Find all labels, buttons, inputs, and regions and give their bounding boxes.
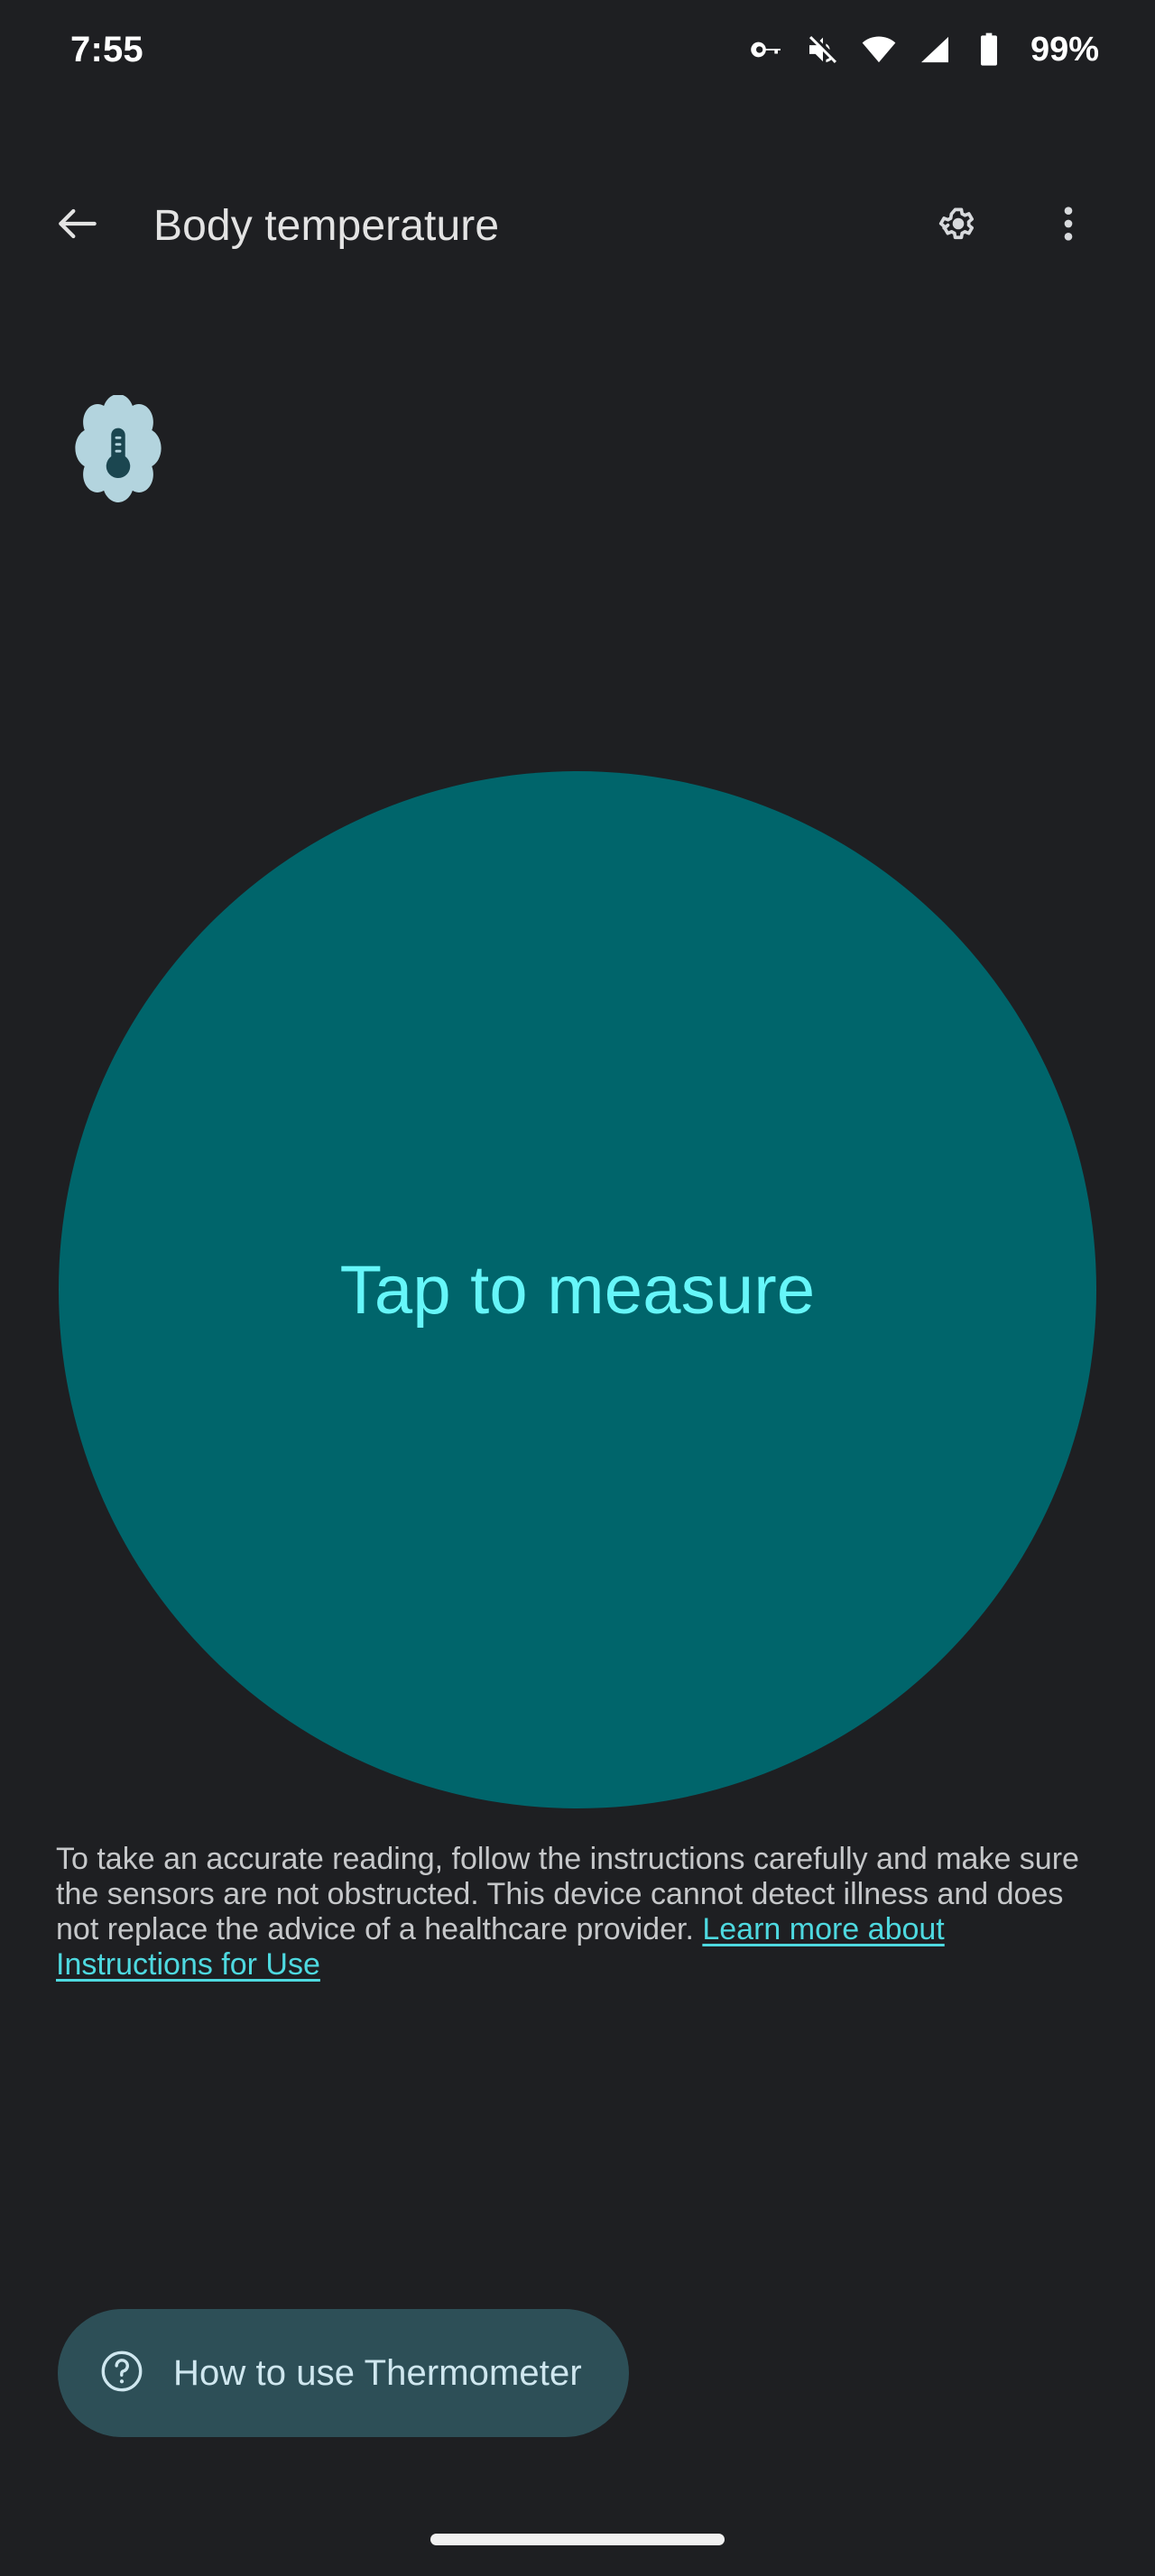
how-to-use-thermometer-button[interactable]: How to use Thermometer (58, 2309, 629, 2437)
gesture-navigation-bar[interactable] (430, 2534, 725, 2545)
app-bar: Body temperature (0, 162, 1155, 289)
disclaimer-text: To take an accurate reading, follow the … (56, 1842, 1103, 1983)
wifi-icon (861, 32, 897, 68)
status-bar-icons: 99% (749, 31, 1099, 69)
tap-to-measure-button[interactable]: Tap to measure (59, 771, 1096, 1808)
volume-muted-icon (805, 32, 841, 68)
thermometer-badge (56, 395, 180, 520)
gear-icon (935, 200, 982, 252)
thermometer-screen: 7:55 99% Body temperature Tap to measure… (0, 0, 1155, 2576)
battery-percent-label: 99% (1030, 30, 1099, 69)
app-bar-actions (919, 186, 1108, 265)
thermometer-badge-icon (56, 395, 180, 520)
settings-button[interactable] (919, 186, 998, 265)
tap-to-measure-label: Tap to measure (339, 1251, 816, 1329)
status-bar-clock: 7:55 (70, 29, 143, 69)
more-options-button[interactable] (1029, 186, 1108, 265)
back-arrow-icon (52, 198, 103, 253)
back-button[interactable] (34, 182, 121, 269)
status-bar: 7:55 99% (0, 0, 1155, 99)
how-to-use-thermometer-label: How to use Thermometer (173, 2352, 582, 2393)
help-circle-icon (97, 2347, 146, 2400)
page-title: Body temperature (153, 201, 500, 250)
vpn-key-icon (749, 32, 785, 68)
cell-signal-icon (917, 32, 953, 68)
battery-icon (973, 32, 1005, 68)
more-options-icon (1045, 200, 1092, 252)
